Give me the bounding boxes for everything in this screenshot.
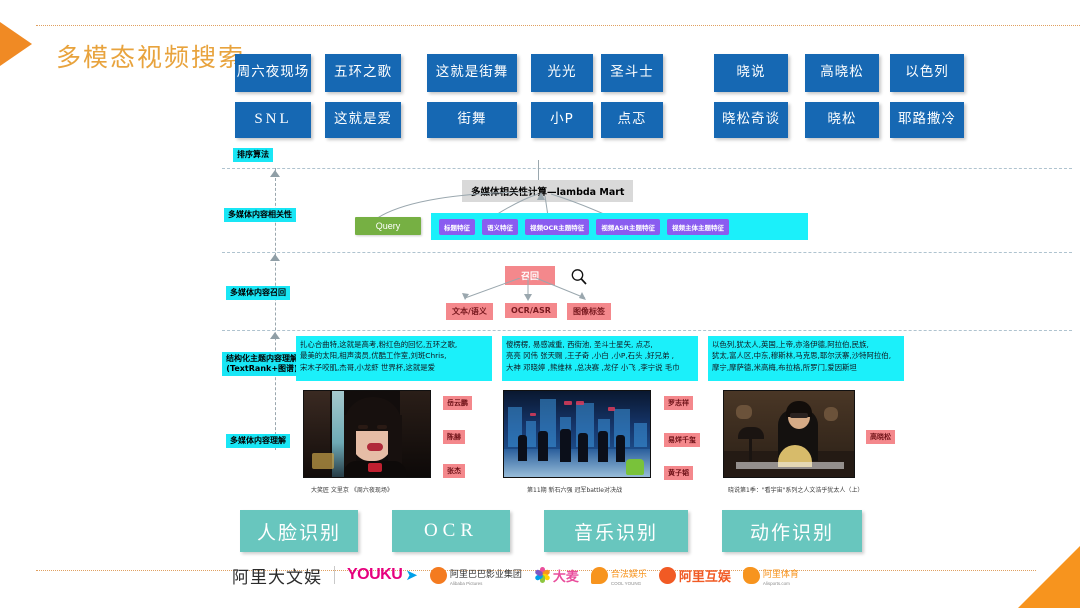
section-divider-3 <box>222 330 1072 331</box>
face-tag-1-1: 岳云鹏 <box>443 396 472 410</box>
keyword-line: 扎心合曲特,这就是高考,粉红色的回忆,五环之歌, <box>300 340 458 349</box>
youku-play-icon: ➤ <box>405 567 418 584</box>
feature-chip[interactable]: 视频OCR主题特征 <box>525 218 590 235</box>
thumbnail-dance[interactable] <box>503 390 651 478</box>
face-tag-2-2: 易烊千玺 <box>664 433 700 447</box>
face-tag-1-3: 张杰 <box>443 464 465 478</box>
feature-chip[interactable]: 视频ASR主题特征 <box>596 218 661 235</box>
feature-chip[interactable]: 语义特征 <box>482 218 518 235</box>
feature-band: 标题特征 语义特征 视频OCR主题特征 视频ASR主题特征 视频主体主题特征 <box>431 213 808 240</box>
keyword-line: 大神 邓晓婷 ,熊维林 ,总决赛 ,龙仔 小飞 ,李宁说 毛巾 <box>506 362 680 372</box>
keyword-block-1: 扎心合曲特,这就是高考,粉红色的回忆,五环之歌, 最美的太阳,相声演员,优酷工作室… <box>296 336 492 381</box>
stage-label-content-relevance: 多媒体内容相关性 <box>224 208 296 222</box>
orange-arrow-decoration <box>0 22 32 66</box>
stage-label-topic-understanding: 结构化主题内容理解 (TextRank+图谱) <box>222 352 302 376</box>
capability-box[interactable]: 人脸识别 <box>240 510 358 552</box>
face-tag-2-1: 罗志祥 <box>664 396 693 410</box>
capability-row: 人脸识别 OCR 音乐识别 动作识别 <box>240 510 862 552</box>
logo-ali-dawenyu: 阿里大文娱 <box>232 567 322 588</box>
keyword-block-3: 以色列,犹太人,英国,上帝,亦洛伊德,阿拉伯,民族, 犹太,富人区,中东,穆斯林,… <box>708 336 904 381</box>
logo-youku: YOUKU ➤ <box>347 566 418 584</box>
face-tag-2-3: 黄子韬 <box>664 466 693 480</box>
keyword-line: 摩宁,摩萨德,米高梅,布拉格,所罗门,爱因斯坦 <box>712 362 857 372</box>
keyword-block-2: 傻楞楞, 易感减重, 西街池, 圣斗士星矢, 点忑, 亮亮 冈伟 张天赐 ,王子奇… <box>502 336 698 381</box>
keyword-line: 最美的太阳,相声演员,优酷工作室,刘斑Chris, <box>300 351 447 361</box>
stage-label-line: 多媒体内容召回 <box>230 288 286 297</box>
thumbnail-snl[interactable] <box>303 390 431 478</box>
page-title: 多模态视频搜索 <box>56 43 246 72</box>
spine-arrow-1 <box>270 170 280 177</box>
stage-label-content-understanding: 多媒体内容理解 <box>226 434 290 448</box>
logo-alibaba-pictures: 阿里巴巴影业集团 Alibaba Pictures <box>429 564 522 587</box>
spine-arrow-2 <box>270 254 280 261</box>
lambda-connector <box>538 160 539 180</box>
capability-box[interactable]: 动作识别 <box>722 510 862 552</box>
keyword-line: 宋木子咬肌,杰哥,小龙虾 世界杯,这就是爱 <box>300 362 436 372</box>
face-tag-1-2: 陈赫 <box>443 430 465 444</box>
keyword-chip[interactable]: 圣斗士 <box>601 54 663 92</box>
capability-box[interactable]: OCR <box>392 510 510 552</box>
keyword-chip[interactable]: 晓松 <box>805 102 879 138</box>
keyword-chip[interactable]: 晓说 <box>714 54 788 92</box>
feature-chip[interactable]: 标题特征 <box>439 218 475 235</box>
damai-flower-icon <box>534 567 551 583</box>
capability-box[interactable]: 音乐识别 <box>544 510 688 552</box>
thumbnail-caption-talk: 晓说第1季："看宇宙"系列之人文浩乎犹太人（上） <box>728 487 864 494</box>
feature-chip[interactable]: 视频主体主题特征 <box>667 218 730 235</box>
keyword-chip[interactable]: 高晓松 <box>805 54 879 92</box>
ali-sports-mark-icon <box>742 566 760 584</box>
logo-heyi: 合法娱乐 COOL YOUNG <box>590 564 647 587</box>
alibaba-pictures-mark-icon <box>429 566 447 584</box>
keyword-line: 犹太,富人区,中东,穆斯林,马克思,耶尔沃寨,沙特阿拉伯, <box>712 351 892 361</box>
magnifier-icon <box>571 269 587 285</box>
stage-label-line: 多媒体内容理解 <box>230 436 286 445</box>
logo-damai: 大麦 <box>534 566 579 585</box>
orange-corner-decoration <box>1018 546 1080 608</box>
stage-label-line: 多媒体内容相关性 <box>228 210 292 219</box>
recall-connector-lines <box>462 278 586 301</box>
section-divider-1 <box>222 168 1072 169</box>
keyword-chip[interactable]: 以色列 <box>890 54 964 92</box>
keyword-chip[interactable]: 这就是爱 <box>325 102 401 138</box>
recall-branch-ocr: OCR/ASR <box>505 303 557 318</box>
thumbnail-caption-snl: 大笑匠 文里京 《周六夜现场》 <box>311 487 393 494</box>
keyword-chip[interactable]: 点忑 <box>601 102 663 138</box>
stage-label-line: 结构化主题内容理解 <box>226 354 298 363</box>
keyword-line: 以色列,犹太人,英国,上帝,亦洛伊德,阿拉伯,民族, <box>712 340 869 349</box>
keyword-chip[interactable]: SNL <box>235 102 311 138</box>
face-tag-3-1: 高晓松 <box>866 430 895 444</box>
recall-branch-image: 图像标签 <box>567 303 611 320</box>
logo-divider <box>334 566 335 584</box>
keyword-chip[interactable]: 街舞 <box>427 102 517 138</box>
footer-logo-bar: 阿里大文娱 YOUKU ➤ 阿里巴巴影业集团 Alibaba Pictures … <box>232 560 872 590</box>
logo-ali-huyu: 阿里互娱 <box>658 566 731 585</box>
keyword-line: 傻楞楞, 易感减重, 西街池, 圣斗士星矢, 点忑, <box>506 340 653 349</box>
keyword-chip[interactable]: 小P <box>531 102 593 138</box>
stage-label-content-recall: 多媒体内容召回 <box>226 286 290 300</box>
spine-arrow-3 <box>270 332 280 339</box>
thumbnail-caption-dance: 第11期 新石六强 冠军battle对决战 <box>527 487 622 494</box>
stage-label-subline: (TextRank+图谱) <box>226 364 298 373</box>
stage-label-line: 排序算法 <box>237 150 269 159</box>
logo-ali-sports: 阿里体育 Alisports.com <box>742 564 799 587</box>
stage-label-sort-algorithm: 排序算法 <box>233 148 273 162</box>
keyword-chip[interactable]: 光光 <box>531 54 593 92</box>
top-divider <box>36 25 1080 26</box>
section-divider-2 <box>222 252 1072 253</box>
recall-branch-text: 文本/语义 <box>446 303 493 320</box>
query-box[interactable]: Query <box>355 217 421 235</box>
keyword-chip[interactable]: 这就是街舞 <box>427 54 517 92</box>
ali-huyu-mark-icon <box>658 566 676 584</box>
keyword-chip[interactable]: 晓松奇谈 <box>714 102 788 138</box>
keyword-line: 亮亮 冈伟 张天赐 ,王子奇 ,小白 ,小P,石头 ,好兄弟 , <box>506 351 675 361</box>
thumbnail-talk[interactable] <box>723 390 855 478</box>
keyword-chip[interactable]: 周六夜现场 <box>235 54 311 92</box>
keyword-chip[interactable]: 耶路撒冷 <box>890 102 964 138</box>
keyword-chip[interactable]: 五环之歌 <box>325 54 401 92</box>
heyi-mark-icon <box>590 566 608 584</box>
